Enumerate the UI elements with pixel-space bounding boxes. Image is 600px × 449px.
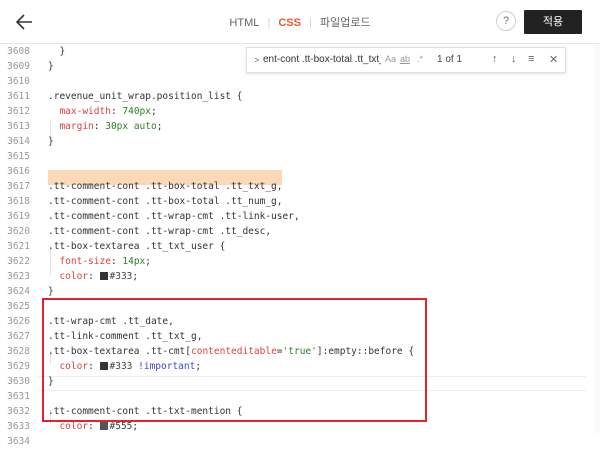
line-number: 3611	[7, 91, 30, 102]
line-number: 3615	[7, 151, 30, 162]
line-number: 3612	[7, 106, 30, 117]
code-line: margin: 30px auto;	[59, 121, 163, 132]
code-line: .tt-comment-cont .tt-wrap-cmt .tt-link-u…	[48, 211, 300, 222]
line-number: 3626	[7, 316, 30, 327]
whole-word-icon[interactable]: ab	[400, 54, 410, 64]
line-number-gutter: 3608 3609 3610 3611 3612 3613 3614 3615 3616 3617…	[0, 44, 38, 447]
tab-html[interactable]: HTML	[229, 17, 259, 29]
match-count: 1 of 1	[437, 54, 463, 65]
color-swatch[interactable]	[99, 272, 108, 280]
code-line: }	[48, 61, 54, 72]
previous-match-icon[interactable]: ↑	[492, 53, 498, 65]
line-number: 3616	[7, 166, 30, 177]
line-number: 3634	[7, 436, 30, 447]
code-line: font-size: 14px;	[59, 256, 152, 267]
line-number: 3629	[7, 361, 30, 372]
line-number: 3614	[7, 136, 30, 147]
code-line: .tt-comment-cont .tt-box-total .tt_num_g…	[48, 196, 283, 207]
find-widget: > ent-cont .tt-box-total .tt_txt_g Aa ab…	[246, 47, 566, 73]
find-in-selection-icon[interactable]: ≡	[528, 53, 534, 65]
line-number: 3625	[7, 301, 30, 312]
regex-icon[interactable]: .*	[417, 54, 423, 64]
help-button[interactable]: ?	[496, 11, 516, 31]
code-line: max-width: 740px;	[59, 106, 157, 117]
code-line: }	[59, 46, 66, 57]
vertical-scrollbar[interactable]	[594, 44, 600, 433]
line-number: 3628	[7, 346, 30, 357]
apply-button[interactable]: 적용	[524, 10, 582, 34]
line-number: 3621	[7, 241, 30, 252]
line-number: 3627	[7, 331, 30, 342]
toggle-replace-icon[interactable]: >	[254, 55, 259, 65]
tab-css[interactable]: CSS	[278, 17, 301, 29]
next-match-icon[interactable]: ↓	[511, 53, 517, 65]
code-line: .tt-comment-cont .tt-box-total .tt_txt_g…	[48, 181, 283, 192]
line-number: 3632	[7, 406, 30, 417]
line-number: 3617	[7, 181, 30, 192]
css-code-editor[interactable]: 3608 3609 3610 3611 3612 3613 3614 3615 3616 3617…	[0, 44, 600, 447]
line-number: 3624	[7, 286, 30, 297]
tab-separator: |	[309, 17, 312, 29]
line-number: 3623	[7, 271, 30, 282]
line-number: 3633	[7, 421, 30, 432]
code-line: .revenue_unit_wrap.position_list {	[48, 91, 243, 102]
find-input[interactable]: ent-cont .tt-box-total .tt_txt_g	[263, 54, 381, 65]
line-number: 3609	[7, 61, 30, 72]
tab-separator: |	[267, 17, 271, 29]
line-number: 3622	[7, 256, 30, 267]
line-number: 3613	[7, 121, 30, 132]
line-number: 3608	[7, 46, 30, 57]
line-number: 3619	[7, 211, 30, 222]
line-number: 3620	[7, 226, 30, 237]
color-swatch[interactable]	[99, 422, 108, 430]
tab-file-upload[interactable]: 파일업로드	[320, 14, 371, 30]
editor-header: HTML | CSS | 파일업로드 ? 적용	[0, 0, 600, 44]
line-number: 3631	[7, 391, 30, 402]
code-line: color: #333;	[59, 271, 139, 282]
close-find-icon[interactable]: ✕	[549, 53, 558, 66]
annotation-red-box	[42, 298, 427, 422]
line-number: 3618	[7, 196, 30, 207]
code-line: }	[48, 136, 54, 147]
code-line: .tt-box-textarea .tt_txt_user {	[48, 241, 226, 252]
line-number: 3610	[7, 76, 30, 87]
code-line: }	[48, 286, 54, 297]
code-line: .tt-comment-cont .tt-wrap-cmt .tt_desc,	[48, 226, 272, 237]
match-case-icon[interactable]: Aa	[385, 54, 396, 64]
line-number: 3630	[7, 376, 30, 387]
